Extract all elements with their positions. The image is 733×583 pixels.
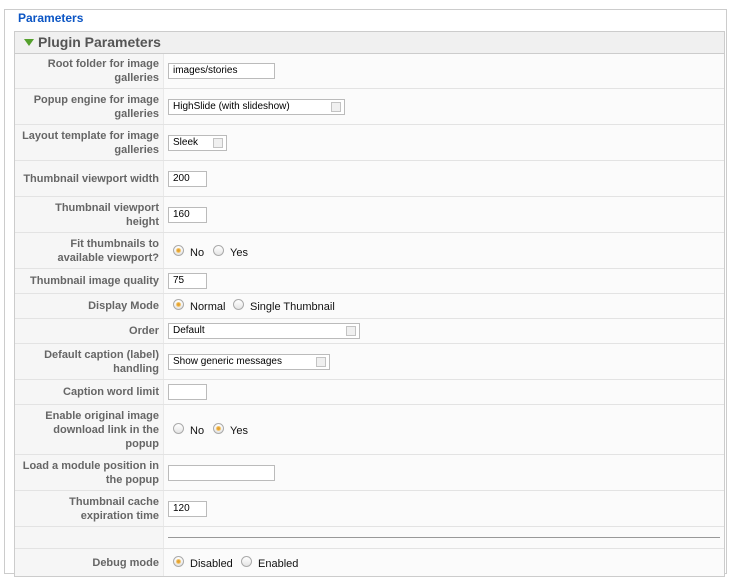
- row-cache-expiration: Thumbnail cache expiration time 120: [15, 491, 724, 527]
- layout-template-select[interactable]: Sleek: [168, 135, 227, 151]
- default-caption-select[interactable]: Show generic messages: [168, 354, 330, 370]
- row-module-position: Load a module position in the popup: [15, 455, 724, 491]
- layout-template-value: Sleek: [173, 137, 199, 148]
- display-mode-single-label[interactable]: Single Thumbnail: [250, 301, 335, 313]
- row-default-caption: Default caption (label) handling Show ge…: [15, 344, 724, 380]
- thumbnail-quality-input[interactable]: 75: [168, 273, 207, 289]
- display-mode-label: Display Mode: [88, 300, 159, 312]
- plugin-parameters-panel: Plugin Parameters Root folder for image …: [14, 31, 725, 577]
- popup-engine-select[interactable]: HighSlide (with slideshow): [168, 99, 345, 115]
- order-label: Order: [129, 325, 159, 337]
- dropdown-arrow-icon: [213, 138, 223, 148]
- debug-enabled-radio[interactable]: [241, 556, 252, 567]
- parameters-fieldset: Parameters Plugin Parameters Root folder…: [4, 9, 727, 577]
- root-folder-input[interactable]: images/stories: [168, 63, 275, 79]
- row-display-mode: Display Mode Normal Single Thumbnail: [15, 294, 724, 319]
- debug-enabled-label[interactable]: Enabled: [258, 558, 298, 570]
- plugin-parameters-header[interactable]: Plugin Parameters: [15, 32, 724, 54]
- panel-title[interactable]: Plugin Parameters: [38, 34, 161, 50]
- row-caption-word-limit: Caption word limit: [15, 380, 724, 405]
- row-separator: [15, 527, 724, 549]
- row-debug-mode: Debug mode Disabled Enabled: [15, 549, 724, 576]
- fit-thumbnails-label: Fit thumbnails to available viewport?: [57, 237, 159, 264]
- fit-thumbnails-yes-label[interactable]: Yes: [230, 247, 248, 259]
- download-link-no-radio[interactable]: [173, 423, 184, 434]
- thumbnail-quality-label: Thumbnail image quality: [30, 275, 159, 287]
- parameters-legend: Parameters: [15, 11, 87, 25]
- display-mode-normal-radio[interactable]: [173, 299, 184, 310]
- popup-engine-label: Popup engine for image galleries: [33, 93, 159, 120]
- row-order: Order Default: [15, 319, 724, 344]
- row-thumbnail-quality: Thumbnail image quality 75: [15, 269, 724, 294]
- dropdown-arrow-icon: [331, 102, 341, 112]
- fit-thumbnails-no-radio[interactable]: [173, 245, 184, 256]
- row-layout-template: Layout template for image galleries Slee…: [15, 125, 724, 161]
- caption-word-limit-label: Caption word limit: [63, 386, 159, 398]
- thumbnail-width-input[interactable]: 200: [168, 171, 207, 187]
- default-caption-value: Show generic messages: [173, 356, 282, 367]
- debug-disabled-label[interactable]: Disabled: [190, 558, 233, 570]
- display-mode-normal-label[interactable]: Normal: [190, 301, 225, 313]
- download-link-label: Enable original image download link in t…: [45, 409, 159, 450]
- module-position-label: Load a module position in the popup: [22, 459, 159, 486]
- thumbnail-height-label: Thumbnail viewport height: [55, 201, 159, 228]
- download-link-yes-radio[interactable]: [213, 423, 224, 434]
- row-thumbnail-height: Thumbnail viewport height 160: [15, 197, 724, 233]
- cache-expiration-label: Thumbnail cache expiration time: [69, 495, 159, 522]
- module-position-input[interactable]: [168, 465, 275, 481]
- row-thumbnail-width: Thumbnail viewport width 200: [15, 161, 724, 197]
- separator-line: [168, 537, 720, 538]
- popup-engine-value: HighSlide (with slideshow): [173, 101, 290, 112]
- debug-mode-label: Debug mode: [92, 556, 159, 569]
- dropdown-arrow-icon: [346, 326, 356, 336]
- display-mode-single-radio[interactable]: [233, 299, 244, 310]
- download-link-yes-label[interactable]: Yes: [230, 425, 248, 437]
- expand-arrow-icon[interactable]: [24, 39, 34, 46]
- default-caption-label: Default caption (label) handling: [44, 348, 159, 375]
- row-popup-engine: Popup engine for image galleries HighSli…: [15, 89, 724, 125]
- caption-word-limit-input[interactable]: [168, 384, 207, 400]
- fit-thumbnails-yes-radio[interactable]: [213, 245, 224, 256]
- row-fit-thumbnails: Fit thumbnails to available viewport? No…: [15, 233, 724, 269]
- thumbnail-width-label: Thumbnail viewport width: [23, 172, 159, 185]
- cache-expiration-input[interactable]: 120: [168, 501, 207, 517]
- row-download-link: Enable original image download link in t…: [15, 405, 724, 455]
- layout-template-label: Layout template for image galleries: [22, 129, 159, 156]
- fit-thumbnails-no-label[interactable]: No: [190, 247, 204, 259]
- row-root-folder: Root folder for image galleries images/s…: [15, 54, 724, 89]
- order-value: Default: [173, 325, 205, 336]
- debug-disabled-radio[interactable]: [173, 556, 184, 567]
- download-link-no-label[interactable]: No: [190, 425, 204, 437]
- dropdown-arrow-icon: [316, 357, 326, 367]
- order-select[interactable]: Default: [168, 323, 360, 339]
- root-folder-label: Root folder for image galleries: [47, 58, 159, 84]
- thumbnail-height-input[interactable]: 160: [168, 207, 207, 223]
